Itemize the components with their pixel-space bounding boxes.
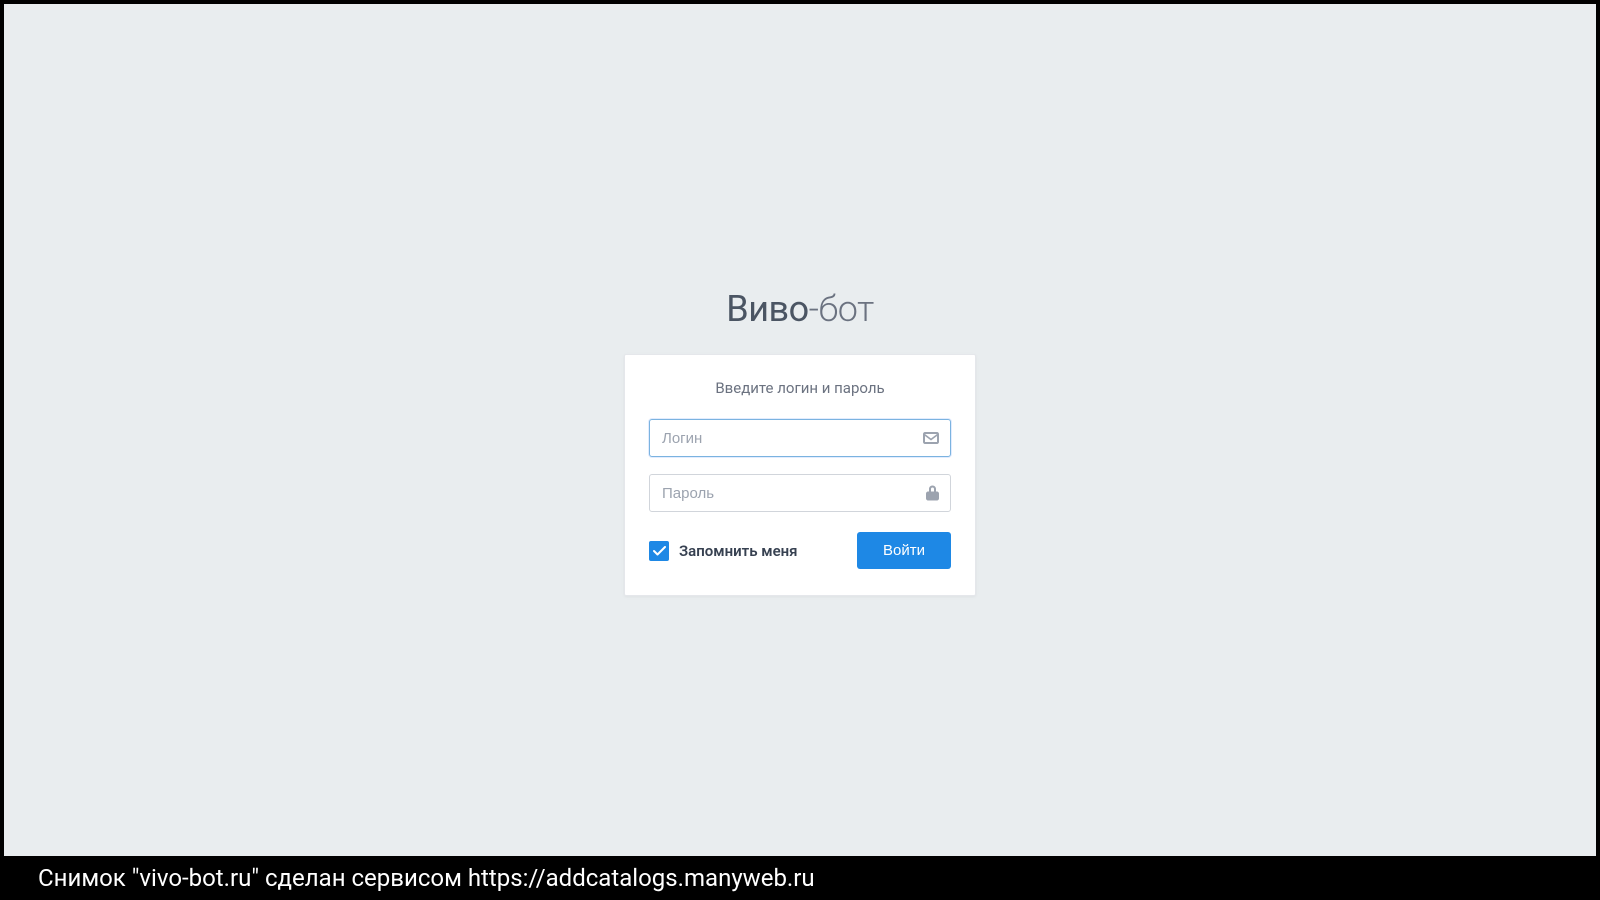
login-card: Введите логин и пароль [624,354,976,596]
form-footer: Запомнить меня Войти [649,532,951,569]
password-input[interactable] [649,474,951,512]
brand-title-bold: Виво [726,288,808,330]
remember-me-group[interactable]: Запомнить меня [649,541,798,561]
login-input-group [649,419,951,457]
remember-me-label[interactable]: Запомнить меня [679,542,798,560]
brand-title-light: -бот [809,288,874,330]
remember-me-checkbox[interactable] [649,541,669,561]
envelope-icon [923,432,939,444]
checkmark-icon [653,546,666,556]
submit-button[interactable]: Войти [857,532,951,569]
brand-title: Виво-бот [726,288,873,330]
page-background: Виво-бот Введите логин и пароль [4,4,1596,856]
password-input-group [649,474,951,512]
login-container: Виво-бот Введите логин и пароль [4,4,1596,856]
lock-icon [926,486,939,501]
screenshot-caption: Снимок "vivo-bot.ru" сделан сервисом htt… [0,856,1600,900]
login-input[interactable] [649,419,951,457]
login-instruction: Введите логин и пароль [649,379,951,397]
